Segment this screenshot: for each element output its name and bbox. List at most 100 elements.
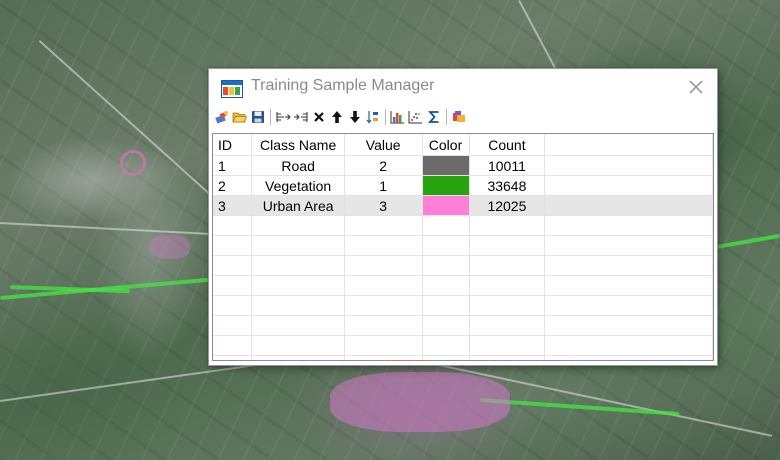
empty-cell: [422, 335, 470, 356]
delete-icon: [313, 112, 324, 122]
color-swatch[interactable]: [422, 156, 469, 175]
arrow-down-icon: [349, 111, 360, 123]
save-button[interactable]: [249, 108, 266, 126]
histogram-button[interactable]: [389, 108, 406, 126]
empty-cell: [344, 315, 423, 336]
save-icon: [251, 111, 264, 123]
training-samples-table: ID Class Name Value Color Count 1 Road 2 10…: [213, 134, 713, 360]
statistics-sigma-icon: [427, 111, 438, 123]
cell-empty[interactable]: [544, 155, 713, 176]
column-header-value[interactable]: Value: [344, 134, 423, 156]
cell-class-name[interactable]: Urban Area: [251, 195, 345, 216]
toolbar-separator: [270, 109, 271, 125]
map-vegetation-streak: [9, 285, 130, 294]
scatterplot-button[interactable]: [407, 108, 424, 126]
table-row[interactable]: 1 Road 2 10011: [213, 155, 713, 176]
map-vegetation-streak: [0, 277, 210, 300]
cell-count[interactable]: 10011: [469, 155, 546, 176]
new-sample-button[interactable]: [213, 108, 230, 126]
empty-cell: [213, 215, 253, 236]
cell-color[interactable]: [422, 195, 470, 216]
satellite-map-background: Training Sample Manager ID Class Name Va…: [0, 0, 780, 460]
column-header-class-name[interactable]: Class Name: [251, 134, 345, 156]
empty-cell: [344, 355, 423, 360]
empty-cell: [544, 215, 713, 236]
empty-cell: [544, 355, 713, 360]
cell-value[interactable]: 3: [344, 195, 423, 216]
empty-cell: [469, 315, 546, 336]
table-row[interactable]: 2 Vegetation 1 33648: [213, 175, 713, 196]
cell-value[interactable]: 2: [344, 155, 423, 176]
map-road-line: [0, 222, 240, 237]
move-up-button[interactable]: [328, 108, 345, 126]
empty-cell: [422, 255, 470, 276]
empty-cell: [544, 295, 713, 316]
open-button[interactable]: [231, 108, 248, 126]
empty-cell: [422, 235, 470, 256]
cell-count[interactable]: 33648: [469, 175, 546, 196]
empty-cell: [422, 355, 470, 360]
table-header-row: ID Class Name Value Color Count: [213, 134, 713, 156]
empty-row: [213, 295, 713, 316]
cell-id[interactable]: 2: [213, 175, 253, 196]
empty-cell: [251, 255, 345, 276]
empty-cell: [213, 275, 253, 296]
sort-button[interactable]: [364, 108, 381, 126]
empty-cell: [344, 295, 423, 316]
split-class-icon: [293, 112, 307, 122]
empty-row: [213, 355, 713, 360]
empty-cell: [344, 275, 423, 296]
cell-id[interactable]: 1: [213, 155, 253, 176]
column-header-id[interactable]: ID: [213, 134, 253, 156]
cell-empty[interactable]: [544, 195, 713, 216]
cell-class-name[interactable]: Vegetation: [251, 175, 345, 196]
cell-count[interactable]: 12025: [469, 195, 546, 216]
map-urban-area: [150, 235, 190, 259]
split-class-button[interactable]: [292, 108, 309, 126]
empty-cell: [251, 235, 345, 256]
column-header-count[interactable]: Count: [469, 134, 546, 156]
empty-row: [213, 335, 713, 356]
map-vegetation-streak: [479, 398, 680, 416]
table-row[interactable]: 3 Urban Area 3 12025: [213, 195, 713, 216]
merge-classes-button[interactable]: [274, 108, 291, 126]
cell-class-name[interactable]: Road: [251, 155, 345, 176]
table-app-icon: [221, 80, 243, 98]
map-urban-area: [330, 372, 510, 432]
move-down-button[interactable]: [346, 108, 363, 126]
empty-cell: [544, 275, 713, 296]
delete-class-button[interactable]: [310, 108, 327, 126]
empty-cell: [251, 355, 345, 360]
empty-cell: [422, 275, 470, 296]
empty-cell: [544, 235, 713, 256]
column-header-empty: [544, 134, 713, 156]
show-samples-icon: [452, 111, 465, 122]
cell-color[interactable]: [422, 175, 470, 196]
column-header-color[interactable]: Color: [422, 134, 470, 156]
training-samples-grid[interactable]: ID Class Name Value Color Count 1 Road 2 10…: [212, 133, 714, 361]
empty-row: [213, 275, 713, 296]
cell-empty[interactable]: [544, 175, 713, 196]
empty-cell: [344, 215, 423, 236]
empty-cell: [251, 275, 345, 296]
statistics-button[interactable]: [425, 108, 442, 126]
empty-cell: [469, 255, 546, 276]
close-button[interactable]: [681, 73, 711, 101]
window-title: Training Sample Manager: [251, 77, 435, 94]
empty-cell: [251, 335, 345, 356]
map-road-line: [38, 40, 211, 196]
empty-cell: [422, 315, 470, 336]
toolbar-separator: [385, 109, 386, 125]
empty-cell: [469, 295, 546, 316]
empty-cell: [544, 255, 713, 276]
cell-color[interactable]: [422, 155, 470, 176]
empty-cell: [251, 215, 345, 236]
color-swatch[interactable]: [422, 176, 469, 195]
color-swatch[interactable]: [422, 196, 469, 215]
show-samples-button[interactable]: [450, 108, 467, 126]
empty-cell: [251, 295, 345, 316]
cell-value[interactable]: 1: [344, 175, 423, 196]
empty-cell: [213, 335, 253, 356]
title-bar[interactable]: Training Sample Manager: [209, 69, 717, 105]
cell-id[interactable]: 3: [213, 195, 253, 216]
